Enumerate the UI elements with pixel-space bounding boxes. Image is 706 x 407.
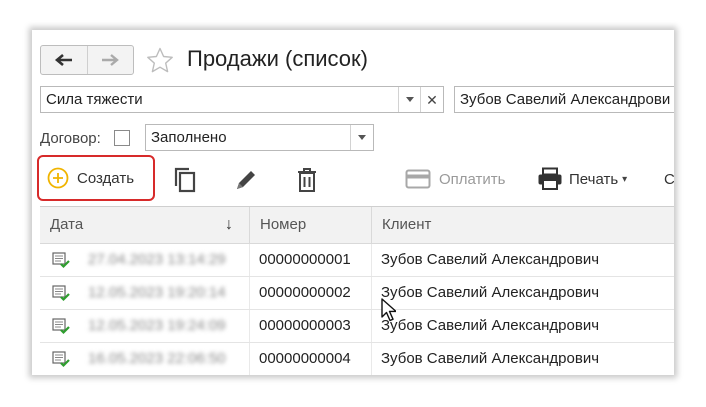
row-date: 12.05.2023 19:24:09 bbox=[88, 317, 226, 334]
edit-button[interactable] bbox=[233, 167, 259, 193]
chevron-down-icon bbox=[358, 135, 366, 140]
sales-table: Дата ↓ Номер Клиент 27.04.2023 13:14:29 … bbox=[40, 206, 674, 375]
printer-icon bbox=[538, 167, 562, 190]
document-check-icon bbox=[52, 318, 70, 335]
column-header-number[interactable]: Номер bbox=[249, 207, 371, 243]
document-check-icon bbox=[52, 285, 70, 302]
document-check-icon bbox=[52, 252, 70, 269]
create-button[interactable]: Создать bbox=[37, 155, 155, 201]
sort-down-icon: ↓ bbox=[225, 216, 233, 233]
pencil-icon bbox=[237, 171, 255, 189]
table-row[interactable]: 27.04.2023 13:14:29 00000000001 Зубов Са… bbox=[40, 244, 674, 277]
row-number: 00000000001 bbox=[259, 251, 351, 268]
client-field[interactable]: Зубов Савелий Александрови bbox=[454, 86, 674, 113]
row-client: Зубов Савелий Александрович bbox=[381, 317, 600, 334]
star-icon[interactable] bbox=[145, 47, 175, 73]
create-label: Создать bbox=[77, 169, 135, 187]
sales-list-window: Продажи (список) Сила тяжести ✕ Зубов Са… bbox=[32, 30, 674, 375]
row-date: 27.04.2023 13:14:29 bbox=[88, 251, 226, 268]
trash-icon bbox=[298, 168, 316, 192]
column-header-date[interactable]: Дата ↓ bbox=[40, 207, 249, 243]
back-button[interactable] bbox=[41, 46, 87, 74]
column-header-client[interactable]: Клиент bbox=[371, 207, 674, 243]
table-row[interactable]: 16.05.2023 22:06:50 00000000004 Зубов Са… bbox=[40, 343, 674, 375]
chevron-down-icon: ▾ bbox=[622, 173, 628, 185]
row-number: 00000000003 bbox=[259, 317, 351, 334]
contract-dropdown-button[interactable] bbox=[350, 125, 373, 150]
organization-field[interactable]: Сила тяжести ✕ bbox=[40, 86, 444, 113]
copy-button[interactable] bbox=[172, 166, 198, 194]
contract-condition-value: Заполнено bbox=[151, 129, 227, 146]
chevron-down-icon bbox=[406, 97, 414, 102]
forward-button[interactable] bbox=[86, 46, 134, 74]
row-client: Зубов Савелий Александрович bbox=[381, 284, 600, 301]
page-title: Продажи (список) bbox=[187, 46, 368, 71]
row-date: 12.05.2023 19:20:14 bbox=[88, 284, 226, 301]
delete-button[interactable] bbox=[296, 167, 318, 193]
organization-clear-button[interactable]: ✕ bbox=[420, 87, 443, 112]
row-date: 16.05.2023 22:06:50 bbox=[88, 350, 226, 367]
contract-checkbox[interactable] bbox=[114, 130, 130, 146]
row-number: 00000000002 bbox=[259, 284, 351, 301]
table-row[interactable]: 12.05.2023 19:20:14 00000000002 Зубов Са… bbox=[40, 277, 674, 310]
row-client: Зубов Савелий Александрович bbox=[381, 251, 600, 268]
more-button[interactable]: С bbox=[664, 171, 674, 188]
arrow-left-icon bbox=[54, 54, 72, 66]
pay-button[interactable]: Оплатить bbox=[405, 169, 506, 189]
client-value: Зубов Савелий Александрови bbox=[460, 91, 671, 108]
pay-label: Оплатить bbox=[439, 170, 506, 188]
mouse-cursor-icon bbox=[381, 298, 396, 322]
organization-value: Сила тяжести bbox=[46, 91, 143, 108]
card-icon bbox=[405, 169, 431, 189]
close-icon: ✕ bbox=[426, 91, 438, 108]
contract-condition-field[interactable]: Заполнено bbox=[145, 124, 374, 151]
plus-circle-icon bbox=[47, 167, 69, 189]
organization-dropdown-button[interactable] bbox=[398, 87, 421, 112]
row-number: 00000000004 bbox=[259, 350, 351, 367]
more-label: С bbox=[664, 171, 674, 188]
table-header: Дата ↓ Номер Клиент bbox=[40, 207, 674, 244]
arrow-right-icon bbox=[102, 54, 120, 66]
print-button[interactable]: Печать ▾ bbox=[537, 167, 627, 191]
copy-icon bbox=[174, 167, 196, 193]
document-check-icon bbox=[52, 351, 70, 368]
contract-label: Договор: bbox=[40, 130, 101, 147]
table-row[interactable]: 12.05.2023 19:24:09 00000000003 Зубов Са… bbox=[40, 310, 674, 343]
print-label: Печать bbox=[569, 170, 619, 188]
navigation-buttons bbox=[40, 45, 134, 75]
row-client: Зубов Савелий Александрович bbox=[381, 350, 600, 367]
